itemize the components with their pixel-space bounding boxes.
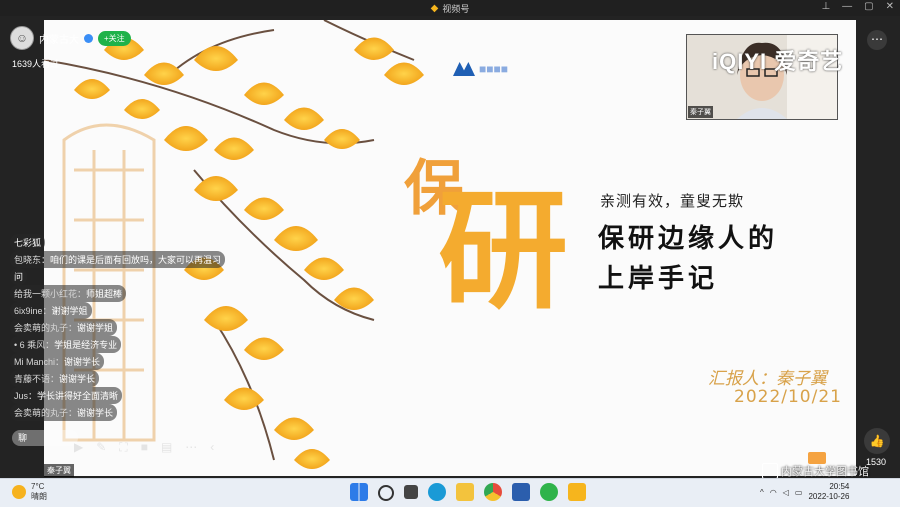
- stream-toolbar: ▶ ✎ ⛶ ■ ▤ ⋯ ‹: [74, 440, 214, 455]
- chat-item: 会卖萌的丸子：谢谢学姐: [10, 319, 118, 336]
- more-options-button[interactable]: ⋯: [867, 30, 887, 50]
- weather-desc: 晴朗: [31, 492, 47, 501]
- volume-icon[interactable]: ◁: [783, 488, 789, 497]
- task-view-icon[interactable]: [404, 485, 418, 499]
- camera-icon[interactable]: ■: [141, 440, 148, 455]
- chat-item: Jus：学长讲得好全面清晰: [10, 387, 123, 404]
- window-title: ◆ 视频号: [431, 2, 470, 15]
- edge-icon[interactable]: [428, 483, 446, 501]
- play-icon[interactable]: ▶: [74, 440, 83, 455]
- chat-item: 七彩狐: [10, 234, 46, 251]
- chat-item: 问: [10, 268, 28, 285]
- watermark-text: 内蒙古大学图书馆: [781, 466, 869, 478]
- folder-icon[interactable]: [456, 483, 474, 501]
- logo-text: ■■■■: [479, 62, 508, 76]
- avatar[interactable]: ☺: [10, 26, 34, 50]
- edit-icon[interactable]: ✎: [96, 440, 106, 455]
- system-tray: ^ ◠ ◁ ▭ 20:54 2022-10-26: [760, 482, 849, 502]
- window-title-text: 视频号: [442, 3, 470, 14]
- slide-logo: ■■■■: [453, 62, 508, 76]
- chat-item: 6ix9ine：谢谢学姐: [10, 302, 92, 319]
- slide-subtitle: 亲测有效，童叟无欺: [600, 192, 745, 210]
- clock-time: 20:54: [829, 482, 850, 491]
- word-icon[interactable]: [512, 483, 530, 501]
- minimize-button[interactable]: —: [842, 1, 852, 12]
- chat-item: • 6 乘风：学姐是经济专业: [10, 336, 122, 353]
- app-logo-icon: ◆: [430, 2, 439, 14]
- taskbar-apps: [350, 483, 586, 501]
- host-name[interactable]: 内蒙古大: [39, 31, 79, 46]
- chat-item: 给我一颗小红花：师姐超棒: [10, 285, 127, 302]
- like-count: 1530: [866, 457, 887, 467]
- window-controls: ⊥ — ▢ ✕: [821, 1, 894, 12]
- fullscreen-icon[interactable]: ⛶: [119, 440, 127, 455]
- slide-big-char-2: 研: [438, 174, 569, 327]
- window-titlebar: ◆ 视频号 ⊥ — ▢ ✕: [0, 0, 900, 16]
- chat-list: 七彩狐 包晓东：咱们的课是后面有回放吗，大家可以再温习 问 给我一颗小红花：师姐…: [10, 234, 255, 421]
- slide-title-line2: 上岸手记: [598, 264, 719, 294]
- back-icon[interactable]: ‹: [210, 440, 214, 455]
- clock[interactable]: 20:54 2022-10-26: [808, 482, 849, 502]
- more-icon[interactable]: ⋯: [185, 440, 197, 455]
- search-icon[interactable]: [378, 485, 394, 501]
- iqiyi-logo: iQIYI 爱奇艺: [712, 49, 844, 74]
- close-button[interactable]: ✕: [886, 1, 894, 12]
- clock-date: 2022-10-26: [808, 492, 850, 501]
- weather-temp: 7°C: [31, 482, 45, 491]
- start-icon[interactable]: [350, 483, 368, 501]
- camera-name-label: 秦子翼: [44, 464, 74, 477]
- chat-item: Mi Manchi：谢谢学长: [10, 353, 105, 370]
- chrome-icon[interactable]: [484, 483, 502, 501]
- channels-icon[interactable]: [568, 483, 586, 501]
- verified-icon: [84, 33, 93, 43]
- maximize-button[interactable]: ▢: [864, 1, 873, 12]
- stream-header: ☺ 内蒙古大 +关注: [10, 26, 131, 50]
- comment-icon[interactable]: ▤: [161, 440, 172, 455]
- sun-icon: [12, 485, 26, 499]
- slide-title-line1: 保研边缘人的: [598, 224, 779, 254]
- chat-item: 包晓东：咱们的课是后面有回放吗，大家可以再温习: [10, 251, 226, 268]
- battery-icon[interactable]: ▭: [795, 488, 803, 497]
- viewer-count: 1639人看过: [12, 59, 60, 69]
- chat-item: 青藤不语：谢谢学长: [10, 370, 100, 387]
- chat-item: 会卖萌的丸子：谢谢学长: [10, 404, 118, 421]
- watermark: 内蒙古大学图书馆: [762, 463, 869, 479]
- wifi-icon[interactable]: ◠: [770, 488, 777, 497]
- slide-date: 2022/10/21: [734, 387, 842, 407]
- slide-reporter: 汇报人：秦子翼: [708, 369, 827, 389]
- weather-widget[interactable]: 7°C 晴朗: [12, 482, 47, 502]
- pin-icon[interactable]: ⊥: [821, 1, 830, 12]
- logo-mark-icon: [453, 62, 475, 76]
- presenter-name: 秦子翼: [688, 106, 713, 118]
- chat-input[interactable]: 聊: [12, 430, 78, 446]
- like-button[interactable]: 👍: [864, 428, 890, 454]
- wechat-icon[interactable]: [540, 483, 558, 501]
- windows-taskbar: 7°C 晴朗 ^ ◠ ◁ ▭ 20:54 2022-10-26: [0, 478, 900, 507]
- follow-button[interactable]: +关注: [98, 30, 131, 46]
- watermark-seal-icon: [762, 463, 778, 479]
- tray-chevron-icon[interactable]: ^: [760, 488, 764, 497]
